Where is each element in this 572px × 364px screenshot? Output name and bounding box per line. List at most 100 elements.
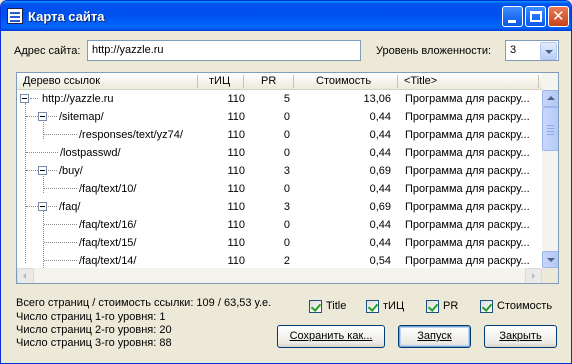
row-tic: 110 xyxy=(227,183,245,195)
row-tic: 110 xyxy=(227,129,245,141)
scroll-left-icon[interactable] xyxy=(17,268,34,283)
column-header-cost[interactable]: Стоимость xyxy=(316,75,371,87)
checkmark-icon xyxy=(309,300,322,313)
row-title: Программа для раскру... xyxy=(405,111,530,123)
link-tree-list[interactable]: Дерево ссылок тИЦ PR Стоимость <Title> h… xyxy=(16,72,559,284)
pr-checkbox-label: PR xyxy=(443,300,459,312)
column-header-pr[interactable]: PR xyxy=(261,75,276,87)
row-tic: 110 xyxy=(227,219,245,231)
scroll-down-icon[interactable] xyxy=(542,251,558,268)
collapse-icon[interactable] xyxy=(38,112,47,121)
list-header: Дерево ссылок тИЦ PR Стоимость <Title> xyxy=(17,73,542,90)
row-cost: 0,69 xyxy=(369,165,391,177)
depth-select[interactable]: 3 xyxy=(505,40,559,61)
row-title: Программа для раскру... xyxy=(405,219,530,231)
depth-value: 3 xyxy=(510,44,517,56)
row-cost: 0,44 xyxy=(369,219,391,231)
row-path: /responses/text/yz74/ xyxy=(79,129,183,141)
save-as-label: Сохранить как... xyxy=(289,330,373,342)
row-tic: 110 xyxy=(227,237,245,249)
row-tic: 110 xyxy=(227,93,245,105)
title-bar[interactable]: Карта сайта ✕ xyxy=(1,1,571,31)
cost-checkbox-label: Стоимость xyxy=(497,300,553,312)
row-cost: 0,69 xyxy=(369,201,391,213)
row-title: Программа для раскру... xyxy=(405,183,530,195)
maximize-button[interactable] xyxy=(525,6,546,27)
column-header-tic[interactable]: тИЦ xyxy=(209,75,230,87)
tic-checkbox-label: тИЦ xyxy=(383,300,405,312)
minimize-icon xyxy=(508,20,516,23)
row-pr: 0 xyxy=(283,147,290,159)
table-row[interactable]: /faq/ 110 3 0,69 Программа для раскру... xyxy=(17,198,542,216)
minimize-button[interactable] xyxy=(502,6,523,27)
table-row[interactable]: /sitemap/ 110 0 0,44 Программа для раскр… xyxy=(17,108,542,126)
row-path: /buy/ xyxy=(59,165,83,177)
address-input[interactable]: http://yazzle.ru xyxy=(87,40,361,61)
save-as-button[interactable]: Сохранить как... xyxy=(277,325,385,348)
collapse-icon[interactable] xyxy=(38,202,47,211)
row-title: Программа для раскру... xyxy=(405,129,530,141)
row-title: Программа для раскру... xyxy=(405,255,530,267)
stats-level3: Число страниц 3-го уровня: 88 xyxy=(16,337,172,349)
maximize-icon xyxy=(530,11,542,22)
vertical-scrollbar[interactable] xyxy=(542,73,558,268)
row-path: http://yazzle.ru xyxy=(42,93,114,105)
checkmark-icon xyxy=(366,300,379,313)
horizontal-scrollbar[interactable] xyxy=(17,268,542,283)
close-icon: ✕ xyxy=(552,8,565,25)
checkmark-icon xyxy=(426,300,439,313)
sitemap-app-icon xyxy=(7,8,23,24)
table-row[interactable]: /lostpasswd/ 110 0 0,44 Программа для ра… xyxy=(17,144,542,162)
row-pr: 3 xyxy=(283,201,290,213)
checkmark-icon xyxy=(480,300,493,313)
table-row[interactable]: /faq/text/16/ 110 0 0,44 Программа для р… xyxy=(17,216,542,234)
row-pr: 0 xyxy=(283,111,290,123)
table-row[interactable]: /faq/text/10/ 110 0 0,44 Программа для р… xyxy=(17,180,542,198)
table-row[interactable]: /faq/text/15/ 110 0 0,44 Программа для р… xyxy=(17,234,542,252)
row-tic: 110 xyxy=(227,147,245,159)
row-path: /faq/text/15/ xyxy=(79,237,137,249)
row-pr: 0 xyxy=(283,219,290,231)
row-title: Программа для раскру... xyxy=(405,93,530,105)
scroll-corner xyxy=(542,268,558,283)
row-cost: 13,06 xyxy=(363,93,391,105)
close-button[interactable]: Закрыть xyxy=(484,325,557,348)
table-row[interactable]: /faq/text/14/ 110 2 0,54 Программа для р… xyxy=(17,252,542,268)
chevron-down-icon[interactable] xyxy=(540,42,557,60)
row-cost: 0,54 xyxy=(369,255,391,267)
table-row[interactable]: http://yazzle.ru 110 5 13,06 Программа д… xyxy=(17,90,542,108)
scroll-thumb[interactable] xyxy=(542,107,558,151)
row-cost: 0,44 xyxy=(369,111,391,123)
table-row[interactable]: /buy/ 110 3 0,69 Программа для раскру... xyxy=(17,162,542,180)
run-button[interactable]: Запуск xyxy=(398,325,471,348)
sitemap-window: Карта сайта ✕ Адрес сайта: http://yazzle… xyxy=(0,0,572,364)
row-tic: 110 xyxy=(227,165,245,177)
row-path: /faq/ xyxy=(59,201,81,213)
title-checkbox-label: Title xyxy=(326,300,347,312)
collapse-icon[interactable] xyxy=(38,166,47,175)
depth-label: Уровень вложенности: xyxy=(376,45,492,57)
row-title: Программа для раскру... xyxy=(405,165,530,177)
row-path: /faq/text/10/ xyxy=(79,183,137,195)
scroll-up-icon[interactable] xyxy=(542,90,558,107)
row-cost: 0,44 xyxy=(369,237,391,249)
collapse-icon[interactable] xyxy=(20,94,29,103)
list-body: http://yazzle.ru 110 5 13,06 Программа д… xyxy=(17,90,542,268)
row-pr: 5 xyxy=(283,93,290,105)
column-header-tree[interactable]: Дерево ссылок xyxy=(23,75,100,87)
row-cost: 0,44 xyxy=(369,147,391,159)
scroll-right-icon[interactable] xyxy=(525,268,542,283)
stats-level1: Число страниц 1-го уровня: 1 xyxy=(16,311,166,323)
row-pr: 0 xyxy=(283,183,290,195)
row-title: Программа для раскру... xyxy=(405,237,530,249)
row-tic: 110 xyxy=(227,255,245,267)
row-title: Программа для раскру... xyxy=(405,201,530,213)
window-title: Карта сайта xyxy=(28,9,105,24)
close-window-button[interactable]: ✕ xyxy=(548,6,569,27)
row-pr: 3 xyxy=(283,165,290,177)
table-row[interactable]: /responses/text/yz74/ 110 0 0,44 Програм… xyxy=(17,126,542,144)
row-pr: 0 xyxy=(283,129,290,141)
column-header-title[interactable]: <Title> xyxy=(404,75,437,87)
row-cost: 0,44 xyxy=(369,183,391,195)
row-path: /lostpasswd/ xyxy=(60,147,121,159)
